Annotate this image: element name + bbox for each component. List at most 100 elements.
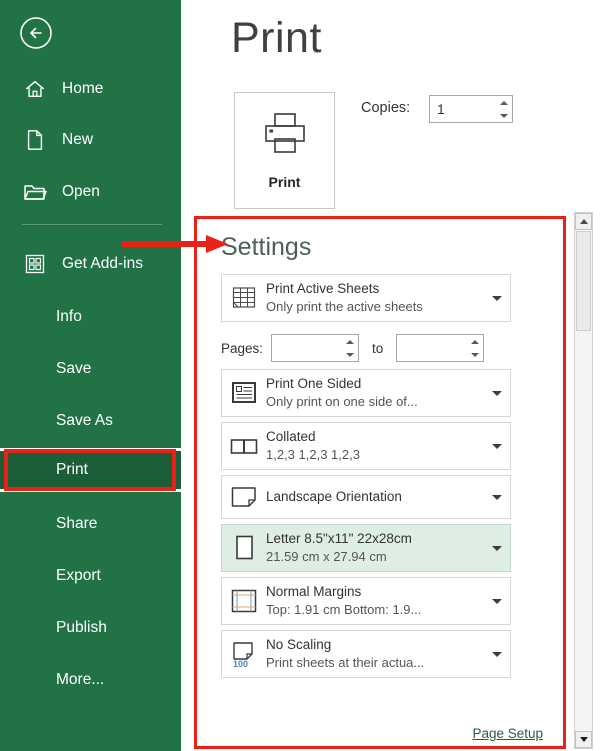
addins-grid-icon bbox=[20, 249, 50, 279]
pages-to-decrement-button[interactable] bbox=[466, 348, 483, 361]
chevron-down-icon bbox=[579, 737, 588, 742]
pages-from-decrement-button[interactable] bbox=[341, 348, 358, 361]
sidebar-item-open[interactable]: Open bbox=[0, 171, 181, 213]
chevron-up-icon bbox=[470, 339, 479, 344]
setting-duplex-dropdown[interactable]: Print One Sided Only print on one side o… bbox=[221, 369, 511, 417]
setting-paper-size-dropdown[interactable]: Letter 8.5"x11" 22x28cm 21.59 cm x 27.94… bbox=[221, 524, 511, 572]
setting-row-primary: Normal Margins bbox=[266, 583, 362, 599]
chevron-down-icon bbox=[492, 390, 502, 396]
page-setup-link[interactable]: Page Setup bbox=[472, 726, 543, 741]
sidebar-item-share[interactable]: Share bbox=[0, 503, 181, 545]
dropdown-caret[interactable] bbox=[484, 545, 510, 551]
setting-row-text: Landscape Orientation bbox=[266, 487, 484, 507]
dropdown-caret[interactable] bbox=[484, 651, 510, 657]
setting-row-primary: Print One Sided bbox=[266, 375, 362, 391]
setting-row-secondary: 1,2,3 1,2,3 1,2,3 bbox=[266, 447, 360, 463]
print-main-pane: Print Print Copies: 1 Settings Print Act… bbox=[181, 0, 600, 751]
print-button[interactable]: Print bbox=[234, 92, 335, 209]
settings-title: Settings bbox=[221, 233, 312, 261]
pages-from-input[interactable] bbox=[272, 339, 342, 357]
copies-input[interactable] bbox=[430, 100, 495, 118]
pages-from-increment-button[interactable] bbox=[341, 335, 358, 348]
collate-icon bbox=[222, 435, 266, 457]
sidebar-item-get-add-ins[interactable]: Get Add-ins bbox=[0, 243, 181, 285]
sidebar-item-print[interactable]: Print bbox=[0, 448, 181, 492]
sidebar-item-home[interactable]: Home bbox=[0, 68, 181, 110]
setting-row-secondary: Only print the active sheets bbox=[266, 299, 423, 315]
chevron-up-icon bbox=[579, 219, 588, 224]
dropdown-caret[interactable] bbox=[484, 295, 510, 301]
sidebar-item-label: Print bbox=[56, 461, 88, 478]
dropdown-caret[interactable] bbox=[484, 494, 510, 500]
setting-row-secondary: Top: 1.91 cm Bottom: 1.9... bbox=[266, 602, 422, 618]
setting-row-primary: Landscape Orientation bbox=[266, 489, 402, 505]
chevron-down-icon bbox=[345, 352, 354, 357]
print-button-label: Print bbox=[268, 174, 301, 190]
sidebar-item-label: Home bbox=[62, 80, 104, 97]
copies-stepper[interactable] bbox=[429, 95, 513, 123]
pages-to-input[interactable] bbox=[397, 339, 467, 357]
sidebar-item-label: Save As bbox=[56, 412, 113, 429]
sidebar-item-new[interactable]: New bbox=[0, 119, 181, 161]
copies-decrement-button[interactable] bbox=[495, 109, 512, 122]
chevron-down-icon bbox=[470, 352, 479, 357]
copies-label: Copies: bbox=[361, 100, 411, 116]
setting-collation-dropdown[interactable]: Collated 1,2,3 1,2,3 1,2,3 bbox=[221, 422, 511, 470]
sidebar-item-label: Open bbox=[62, 183, 100, 200]
pages-to-increment-button[interactable] bbox=[466, 335, 483, 348]
dropdown-caret[interactable] bbox=[484, 443, 510, 449]
scroll-down-arrow-icon[interactable] bbox=[575, 731, 592, 748]
copies-increment-button[interactable] bbox=[495, 96, 512, 109]
paper-size-icon bbox=[222, 533, 266, 563]
sidebar-item-info[interactable]: Info bbox=[0, 296, 181, 338]
backstage-sidebar: Home New Open Get Add-ins Info Save Save… bbox=[0, 0, 181, 751]
sidebar-item-export[interactable]: Export bbox=[0, 555, 181, 597]
setting-row-secondary: Print sheets at their actua... bbox=[266, 655, 425, 671]
setting-scaling-dropdown[interactable]: 100 No Scaling Print sheets at their act… bbox=[221, 630, 511, 678]
setting-orientation-dropdown[interactable]: Landscape Orientation bbox=[221, 475, 511, 519]
setting-print-range-dropdown[interactable]: Print Active Sheets Only print the activ… bbox=[221, 274, 511, 322]
dropdown-caret[interactable] bbox=[484, 390, 510, 396]
setting-row-primary: Letter 8.5"x11" 22x28cm bbox=[266, 530, 412, 546]
chevron-down-icon bbox=[492, 443, 502, 449]
sidebar-item-label: More... bbox=[56, 671, 105, 688]
svg-text:100: 100 bbox=[233, 659, 248, 669]
sidebar-item-label: New bbox=[62, 131, 94, 148]
sidebar-item-label: Info bbox=[56, 308, 82, 325]
sidebar-item-label: Publish bbox=[56, 619, 107, 636]
chevron-up-icon bbox=[499, 100, 508, 105]
back-arrow-icon[interactable] bbox=[15, 12, 57, 54]
pages-to-spin-arrows[interactable] bbox=[466, 335, 483, 361]
sidebar-item-save-as[interactable]: Save As bbox=[0, 400, 181, 442]
setting-margins-dropdown[interactable]: Normal Margins Top: 1.91 cm Bottom: 1.9.… bbox=[221, 577, 511, 625]
sheet-grid-icon bbox=[222, 284, 266, 312]
sidebar-item-save[interactable]: Save bbox=[0, 348, 181, 390]
chevron-up-icon bbox=[345, 339, 354, 344]
pages-range-row: Pages: to bbox=[221, 333, 511, 363]
sidebar-item-publish[interactable]: Publish bbox=[0, 607, 181, 649]
copies-spin-arrows[interactable] bbox=[495, 96, 512, 122]
setting-row-text: No Scaling Print sheets at their actua..… bbox=[266, 635, 484, 673]
setting-row-text: Letter 8.5"x11" 22x28cm 21.59 cm x 27.94… bbox=[266, 529, 484, 567]
sidebar-item-label: Share bbox=[56, 515, 98, 532]
new-file-icon bbox=[20, 125, 50, 155]
setting-row-text: Normal Margins Top: 1.91 cm Bottom: 1.9.… bbox=[266, 582, 484, 620]
dropdown-caret[interactable] bbox=[484, 598, 510, 604]
scroll-up-arrow-icon[interactable] bbox=[575, 213, 592, 230]
setting-row-secondary: Only print on one side of... bbox=[266, 394, 418, 410]
scrollbar-thumb[interactable] bbox=[576, 231, 591, 331]
pages-to-label: to bbox=[372, 340, 384, 356]
scaling-100-icon: 100 bbox=[222, 639, 266, 669]
pages-from-stepper[interactable] bbox=[271, 334, 360, 362]
one-sided-page-icon bbox=[222, 380, 266, 406]
chevron-down-icon bbox=[492, 295, 502, 301]
excel-print-backstage: Home New Open Get Add-ins Info Save Save… bbox=[0, 0, 600, 751]
settings-scrollbar[interactable] bbox=[574, 212, 593, 749]
pages-from-spin-arrows[interactable] bbox=[341, 335, 358, 361]
settings-content: Settings Print Active Sheets Only print … bbox=[197, 219, 563, 746]
pages-to-stepper[interactable] bbox=[396, 334, 485, 362]
pages-label: Pages: bbox=[221, 340, 264, 356]
setting-row-primary: Print Active Sheets bbox=[266, 280, 380, 296]
home-icon bbox=[20, 74, 50, 104]
sidebar-item-more[interactable]: More... bbox=[0, 659, 181, 701]
